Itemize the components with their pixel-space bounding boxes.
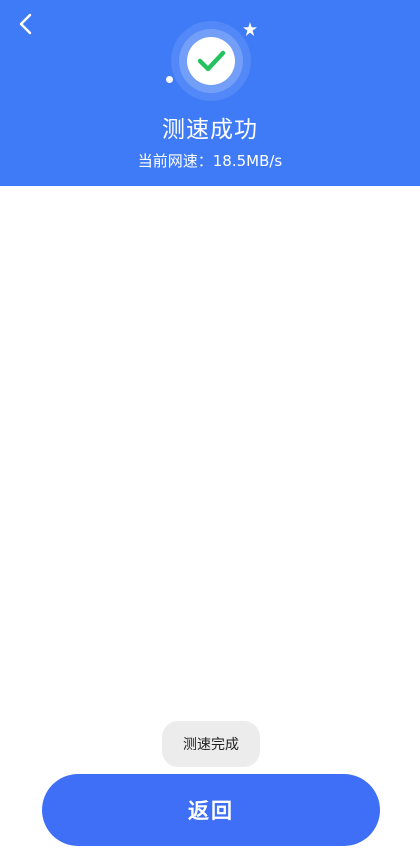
speed-test-result-page: 测速成功 当前网速：18.5MB/s 测速完成 返回: [0, 0, 420, 852]
return-button[interactable]: 返回: [42, 774, 380, 846]
current-speed-text: 当前网速：18.5MB/s: [137, 152, 283, 170]
result-header: 测速成功 当前网速：18.5MB/s: [0, 0, 420, 186]
sparkle-dot-icon: [166, 76, 173, 83]
toast-message: 测速完成: [162, 721, 260, 767]
sparkle-star-icon: [243, 22, 257, 36]
chevron-left-icon: [19, 13, 32, 35]
check-circle-icon: [171, 21, 251, 101]
result-title: 测速成功: [162, 117, 258, 143]
back-button[interactable]: [10, 8, 42, 40]
